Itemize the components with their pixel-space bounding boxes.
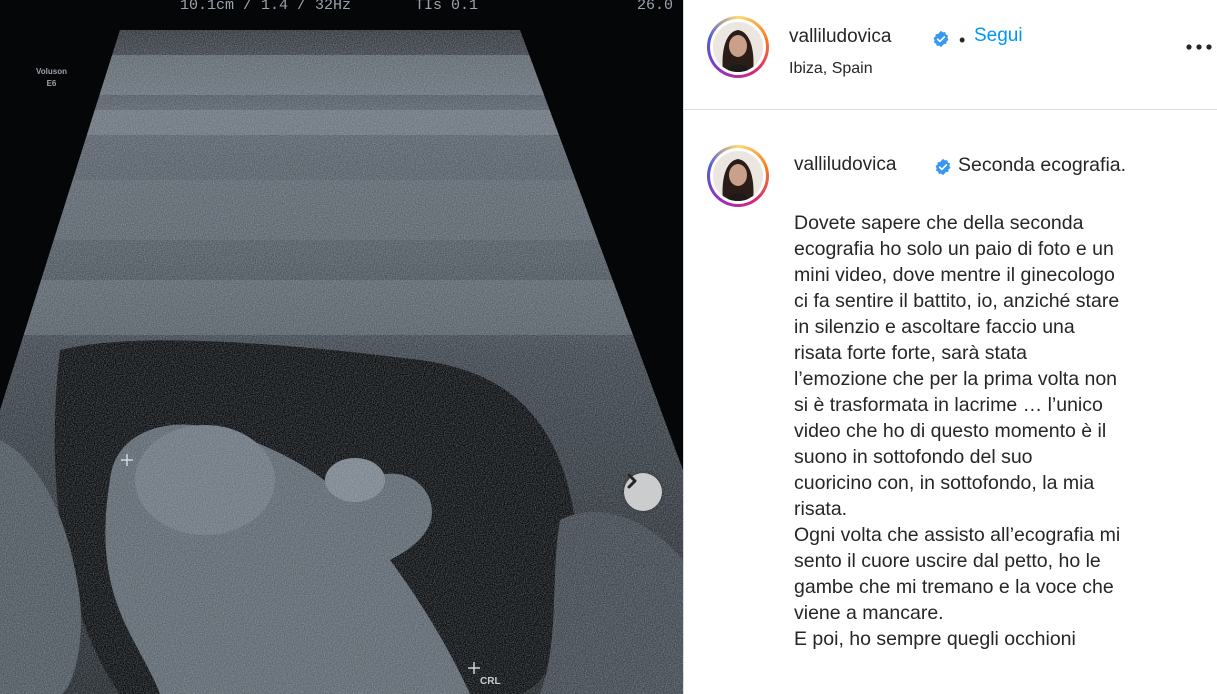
caption-line: gambe che mi tremano e la voce che (794, 576, 1114, 598)
caption-line: suono in sottofondo del suo (794, 446, 1033, 468)
caption-username[interactable]: valliludovica (794, 154, 896, 176)
avatar[interactable] (707, 16, 769, 78)
scan-depth-readout: 10.1cm / 1.4 / 32Hz (180, 0, 352, 14)
scan-header-readout: 10.1cm / 1.4 / 32Hz TIs 0.1 26.0 (0, 0, 683, 14)
caption-avatar-photo (713, 151, 763, 201)
scan-time-readout: 26.0 (637, 0, 674, 14)
caption-line: E poi, ho sempre quegli occhioni (794, 628, 1076, 650)
caption-line: video che ho di questo momento è il (794, 420, 1107, 442)
caption-line: ci fa sentire il battito, io, anziché st… (794, 290, 1120, 312)
caption-avatar[interactable] (707, 145, 769, 207)
ultrasound-image (0, 0, 683, 694)
post-media-ultrasound[interactable]: 10.1cm / 1.4 / 32Hz TIs 0.1 26.0 Voluson… (0, 0, 683, 694)
header-separator: • (959, 30, 966, 50)
follow-button[interactable]: Segui (974, 25, 1023, 47)
scan-crl-label: CRL (480, 676, 501, 687)
caption-line: in silenzio e ascoltare faccio una (794, 316, 1075, 338)
post-username[interactable]: valliludovica (789, 26, 891, 48)
caption-line: si è trasformata in lacrime … l’unico (794, 394, 1103, 416)
caption-title: Seconda ecografia. (958, 154, 1127, 176)
next-image-button[interactable] (624, 473, 662, 511)
caption-line: mini video, dove mentre il ginecologo (794, 264, 1115, 286)
caption-line: Ogni volta che assisto all’ecografia mi (794, 524, 1121, 546)
caption-line: ecografia ho solo un paio di foto e un (794, 238, 1114, 260)
caption-line: risata. (794, 498, 848, 520)
caption-body: Dovete sapere che della seconda ecografia… (794, 210, 1189, 652)
caption-line: viene a mancare. (794, 602, 944, 624)
verified-badge-icon (935, 158, 951, 176)
post-location[interactable]: Ibiza, Spain (789, 60, 873, 78)
post-side-panel: valliludovica • Segui Ibiza, Spain valli… (683, 0, 1217, 694)
caption-line: risata forte forte, sarà stata (794, 342, 1028, 364)
scan-device-model: E6 (46, 79, 57, 88)
caption-line: sento il cuore uscire dal petto, ho le (794, 550, 1101, 572)
avatar-photo (713, 22, 763, 72)
scan-device-label: Voluson E6 (36, 66, 67, 90)
caption-line: Dovete sapere che della seconda (794, 212, 1084, 234)
scan-tis-readout: TIs 0.1 (415, 0, 479, 14)
verified-badge-icon (933, 30, 949, 48)
chevron-right-icon (627, 473, 637, 489)
caption-line: l’emozione che per la prima volta non (794, 368, 1118, 390)
post-header: valliludovica • Segui Ibiza, Spain (684, 0, 1217, 110)
more-horizontal-icon[interactable] (1184, 40, 1214, 54)
scan-device-name: Voluson (36, 67, 67, 76)
caption-line: cuoricino con, in sottofondo, la mia (794, 472, 1095, 494)
